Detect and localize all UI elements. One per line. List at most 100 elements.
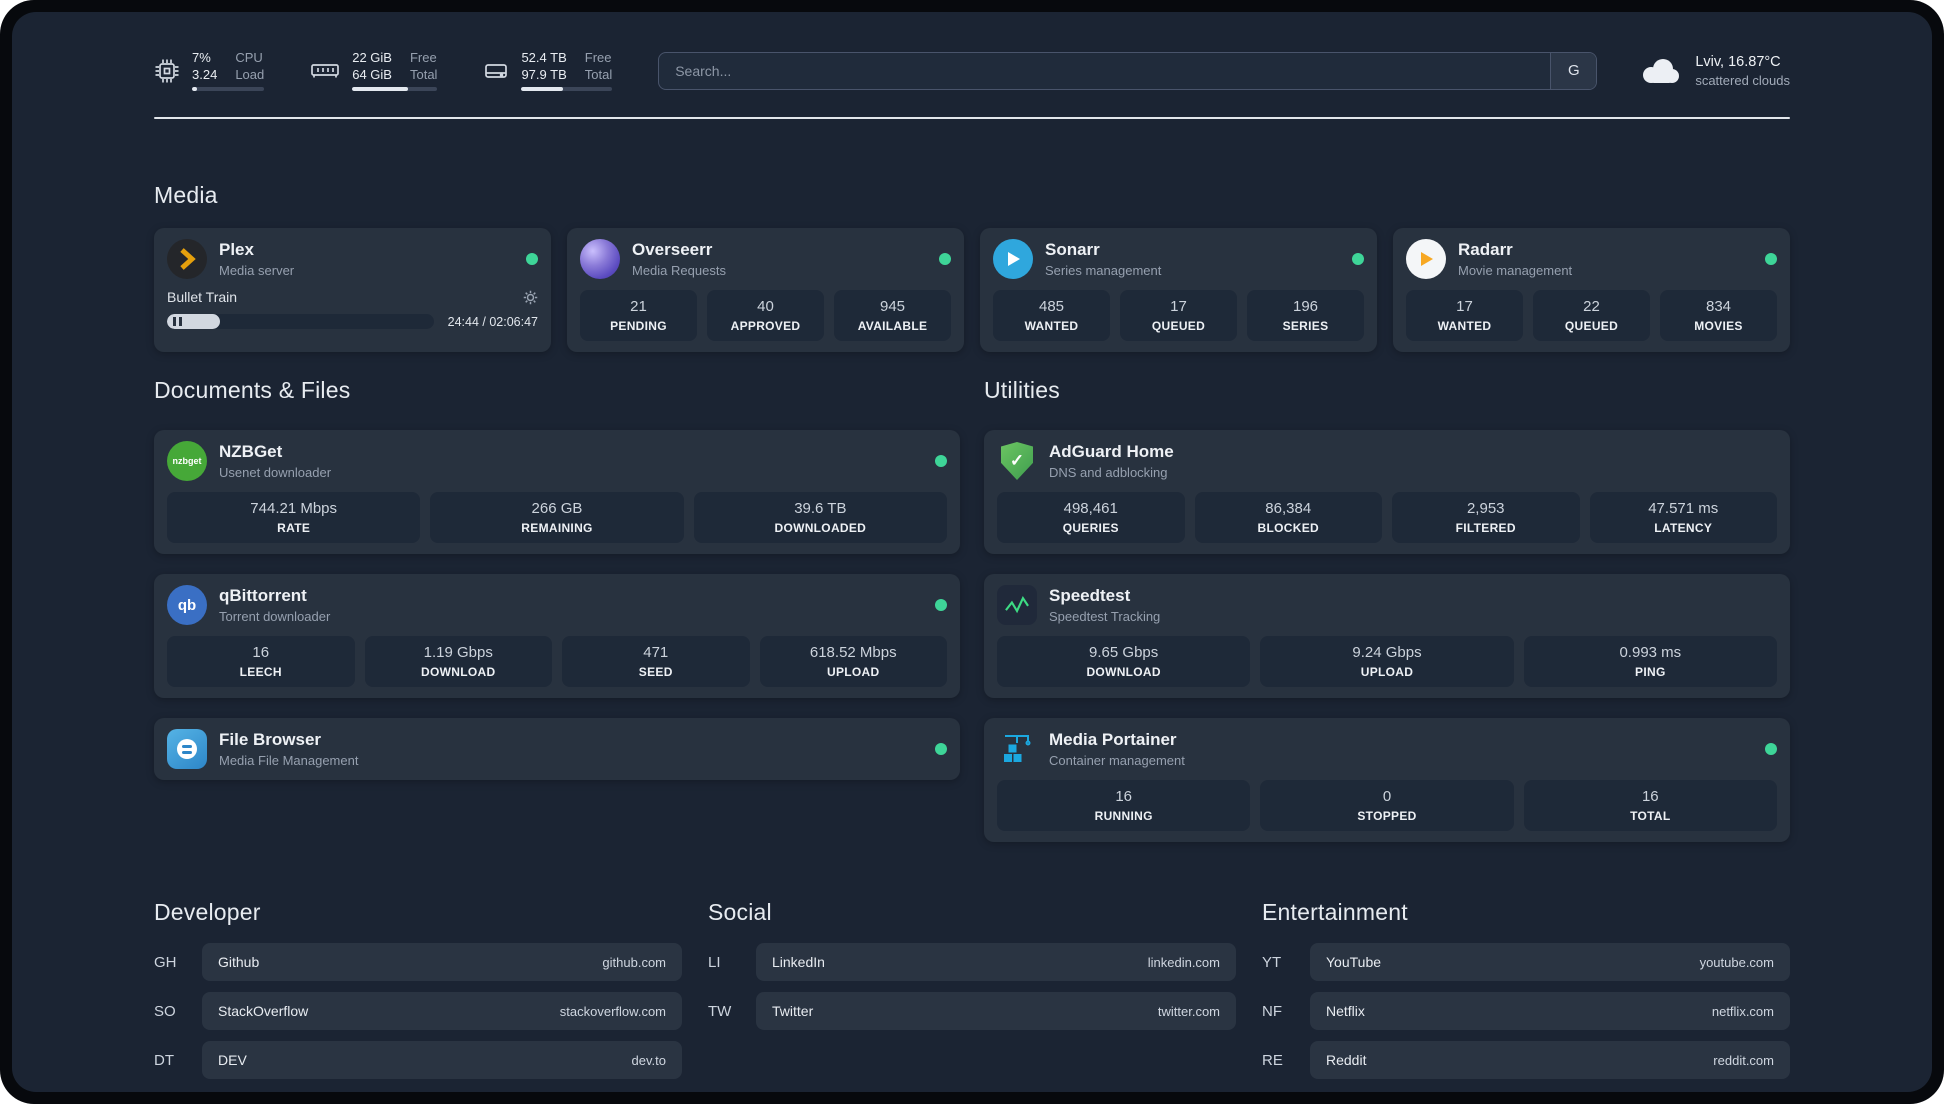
disk-total-value: 97.9 TB	[521, 67, 567, 82]
bookmark-row: TW Twitter twitter.com	[708, 992, 1236, 1030]
service-card-plex[interactable]: Plex Media server Bullet Train 24:44 / 0…	[154, 228, 551, 352]
topbar: 7% CPU 3.24 Load 22 GiB Free 64 GiB Tota…	[154, 50, 1790, 91]
status-dot	[935, 599, 947, 611]
stat-tile: 9.24 Gbps UPLOAD	[1260, 636, 1514, 687]
media-card-grid: Plex Media server Bullet Train 24:44 / 0…	[154, 228, 1790, 352]
stat-tile: 17 WANTED	[1406, 290, 1523, 341]
service-subtitle: Torrent downloader	[219, 609, 331, 624]
utilities-column: Utilities ✓ AdGuard Home DNS and adblock…	[984, 376, 1790, 842]
bookmark-link-reddit[interactable]: Reddit reddit.com	[1310, 1041, 1790, 1079]
service-card-sonarr[interactable]: Sonarr Series management 485 WANTED 17 QUE…	[980, 228, 1377, 352]
service-subtitle: Media Requests	[632, 263, 726, 278]
status-dot	[1352, 253, 1364, 265]
section-title-social: Social	[708, 899, 772, 925]
stat-label: AVAILABLE	[857, 319, 928, 333]
bookmark-name: LinkedIn	[772, 954, 825, 970]
bookmark-row: DT DEV dev.to	[154, 1041, 682, 1079]
card-header: Speedtest Speedtest Tracking	[997, 585, 1777, 625]
bookmark-name: YouTube	[1326, 954, 1382, 970]
service-name: Overseerr	[632, 240, 713, 259]
bookmark-link-twitter[interactable]: Twitter twitter.com	[756, 992, 1236, 1030]
weather-location: Lviv, 16.87°C	[1695, 53, 1781, 70]
weather-widget[interactable]: Lviv, 16.87°C scattered clouds	[1637, 54, 1790, 88]
service-name: qBittorrent	[219, 586, 307, 605]
stat-tiles: 16 LEECH 1.19 Gbps DOWNLOAD 471 SEED 618.52…	[167, 636, 947, 687]
stat-tile: 618.52 Mbps UPLOAD	[759, 636, 947, 687]
stat-label: RATE	[277, 521, 311, 535]
service-subtitle: Media server	[219, 263, 295, 278]
stat-value: 39.6 TB	[794, 500, 847, 517]
bookmark-link-linkedin[interactable]: LinkedIn linkedin.com	[756, 943, 1236, 981]
bookmark-link-stackoverflow[interactable]: StackOverflow stackoverflow.com	[202, 992, 682, 1030]
stat-value: 744.21 Mbps	[250, 500, 338, 517]
service-card-overseerr[interactable]: Overseerr Media Requests 21 PENDING 40 APP…	[567, 228, 964, 352]
bookmark-abbr: NF	[1262, 1002, 1282, 1020]
bookmarks-entertainment: Entertainment YT YouTube youtube.com NF …	[1262, 898, 1790, 1079]
stat-tile: 485 WANTED	[993, 290, 1110, 341]
search-input[interactable]	[659, 52, 1551, 89]
status-dot	[1765, 253, 1777, 265]
stat-label: PING	[1635, 665, 1666, 679]
stat-tile: 0.993 ms PING	[1523, 636, 1777, 687]
stat-tile: 40 APPROVED	[707, 290, 824, 341]
stat-value: 834	[1705, 298, 1732, 315]
bookmark-abbr: YT	[1262, 953, 1282, 971]
bookmark-url: youtube.com	[1699, 954, 1774, 970]
service-card-qbittorrent[interactable]: qb qBittorrent Torrent downloader 16 LEEC…	[154, 574, 960, 698]
service-card-portainer[interactable]: Media Portainer Container management 16 R…	[984, 718, 1790, 842]
bookmark-link-github[interactable]: Github github.com	[202, 943, 682, 981]
system-meters: 7% CPU 3.24 Load 22 GiB Free 64 GiB Tota…	[154, 50, 613, 91]
card-header: qb qBittorrent Torrent downloader	[167, 585, 947, 625]
bookmark-name: Github	[218, 954, 260, 970]
bookmark-name: StackOverflow	[218, 1003, 309, 1019]
service-card-adguard[interactable]: ✓ AdGuard Home DNS and adblocking 498,46…	[984, 430, 1790, 554]
bookmark-link-youtube[interactable]: YouTube youtube.com	[1310, 943, 1790, 981]
stat-label: APPROVED	[730, 319, 801, 333]
stat-tiles: 9.65 Gbps DOWNLOAD 9.24 Gbps UPLOAD 0.993 …	[997, 636, 1777, 687]
service-subtitle: Media File Management	[219, 753, 359, 768]
gear-icon[interactable]	[523, 290, 538, 305]
cpu-label-1: CPU	[235, 50, 263, 65]
stat-value: 17	[1456, 298, 1473, 315]
stat-value: 22	[1583, 298, 1600, 315]
stat-label: WANTED	[1024, 319, 1079, 333]
search-bar: G	[658, 51, 1598, 90]
bookmark-url: github.com	[602, 954, 666, 970]
stat-tile: 834 MOVIES	[1660, 290, 1777, 341]
service-card-nzbget[interactable]: nzbget NZBGet Usenet downloader 744.21 M…	[154, 430, 960, 554]
bookmark-name: Netflix	[1326, 1003, 1365, 1019]
stat-value: 1.19 Gbps	[423, 644, 493, 661]
plex-icon	[167, 239, 207, 279]
service-name: NZBGet	[219, 442, 283, 461]
cpu-icon	[155, 59, 179, 82]
now-playing-title: Bullet Train	[167, 289, 238, 305]
playback-progress[interactable]	[167, 314, 434, 329]
bookmark-url: netflix.com	[1711, 1003, 1774, 1019]
card-header: nzbget NZBGet Usenet downloader	[167, 441, 947, 481]
ram-free-value: 22 GiB	[352, 50, 392, 65]
sonarr-icon	[993, 239, 1033, 279]
stat-tile: 9.65 Gbps DOWNLOAD	[997, 636, 1251, 687]
stat-label: TOTAL	[1630, 809, 1671, 823]
service-subtitle: Usenet downloader	[219, 465, 332, 480]
service-card-filebrowser[interactable]: File Browser Media File Management	[154, 718, 960, 780]
stat-tile: 39.6 TB DOWNLOADED	[693, 492, 947, 543]
bookmark-link-dev[interactable]: DEV dev.to	[202, 1041, 682, 1079]
stat-value: 0	[1382, 788, 1392, 805]
portainer-icon	[997, 729, 1037, 769]
shield-check-icon: ✓	[1001, 442, 1033, 480]
search-engine-button[interactable]: G	[1550, 52, 1597, 89]
service-subtitle: Container management	[1049, 753, 1185, 768]
stat-label: DOWNLOAD	[1086, 665, 1161, 679]
stat-label: PENDING	[610, 319, 667, 333]
stat-value: 16	[252, 644, 270, 661]
service-card-radarr[interactable]: Radarr Movie management 17 WANTED 22 QUEUE…	[1393, 228, 1790, 352]
pause-icon[interactable]	[173, 317, 182, 326]
playback-time: 24:44 / 02:06:47	[447, 314, 538, 329]
bookmark-abbr: DT	[154, 1051, 174, 1069]
stat-label: QUEUED	[1151, 319, 1206, 333]
stat-label: FILTERED	[1455, 521, 1516, 535]
cpu-label-2: Load	[235, 67, 265, 82]
service-card-speedtest[interactable]: Speedtest Speedtest Tracking 9.65 Gbps DO…	[984, 574, 1790, 698]
bookmark-link-netflix[interactable]: Netflix netflix.com	[1310, 992, 1790, 1030]
